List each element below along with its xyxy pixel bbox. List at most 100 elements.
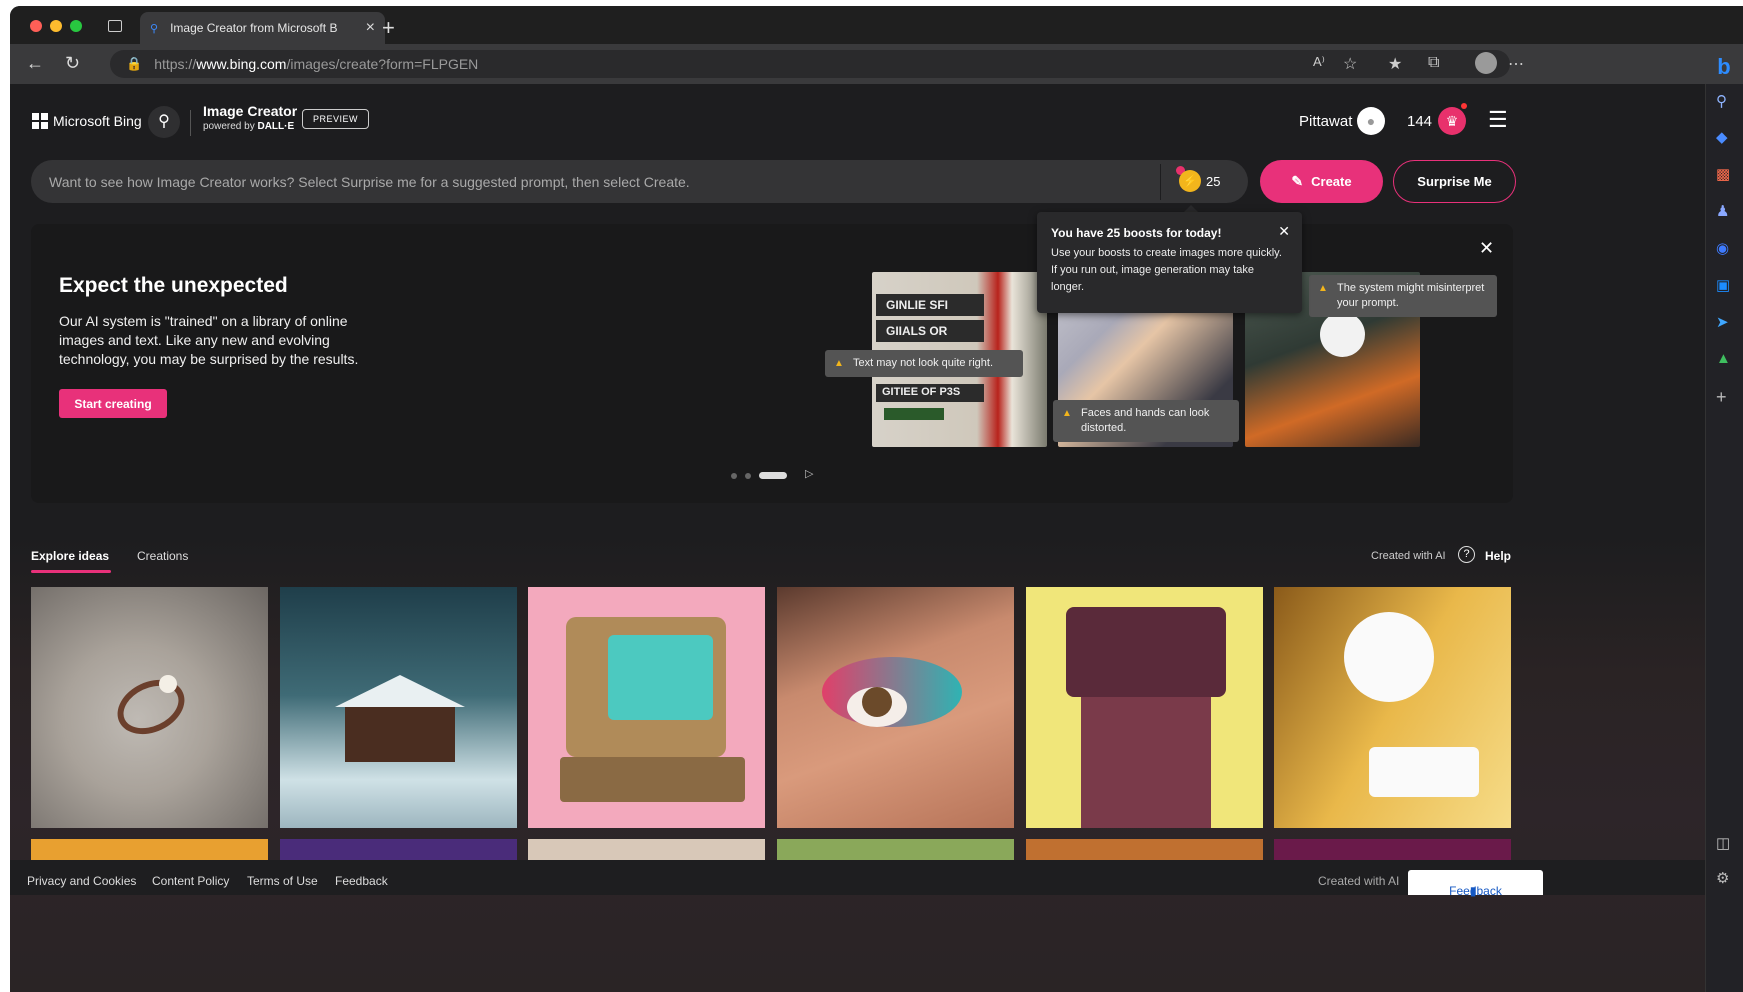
help-icon[interactable]: ? bbox=[1458, 546, 1475, 563]
url-field[interactable]: 🔒 https://www.bing.com/images/create?for… bbox=[110, 50, 1510, 78]
carousel-dot-1[interactable] bbox=[731, 473, 737, 479]
tools-icon[interactable]: ▩ bbox=[1716, 165, 1730, 183]
send-icon[interactable]: ➤ bbox=[1716, 313, 1729, 331]
powered-by: powered by DALL·E bbox=[203, 121, 294, 132]
warning-prompt-label: ▲ The system might misinterpret your prom… bbox=[1309, 275, 1497, 317]
meter-display bbox=[884, 408, 944, 420]
privacy-link[interactable]: Privacy and Cookies bbox=[27, 874, 136, 888]
search-icon[interactable]: ⚲ bbox=[148, 106, 180, 138]
warning-text-label: ▲ Text may not look quite right. bbox=[825, 350, 1023, 377]
content-policy-link[interactable]: Content Policy bbox=[152, 874, 229, 888]
start-creating-button[interactable]: Start creating bbox=[59, 389, 167, 418]
boost-lightning-icon[interactable]: ⚡ bbox=[1179, 170, 1201, 192]
panda-head bbox=[1320, 312, 1365, 357]
warning-faces-label: ▲ Faces and hands can look distorted. bbox=[1053, 400, 1239, 442]
microsoft-bing-logo[interactable]: Microsoft Bing bbox=[32, 113, 142, 129]
microsoft-logo-icon bbox=[32, 113, 48, 129]
preview-badge: PREVIEW bbox=[302, 109, 370, 129]
minimize-window-button[interactable] bbox=[50, 20, 62, 32]
close-window-button[interactable] bbox=[30, 20, 42, 32]
help-link[interactable]: Help bbox=[1485, 549, 1511, 563]
add-favorite-icon[interactable]: ☆ bbox=[1343, 54, 1357, 74]
address-bar: ← ↻ 🔒 https://www.bing.com/images/create… bbox=[10, 44, 1743, 84]
refresh-icon[interactable]: ↻ bbox=[65, 53, 80, 74]
add-sidebar-icon[interactable]: + bbox=[1716, 387, 1727, 408]
sign-line-2: GIIALS OR bbox=[876, 320, 984, 342]
warning-text: Text may not look quite right. bbox=[853, 357, 994, 369]
cabin-shape bbox=[345, 702, 455, 762]
surprise-me-button[interactable]: Surprise Me bbox=[1393, 160, 1516, 203]
warning-prompt: The system might misinterpret your promp… bbox=[1337, 282, 1485, 309]
hamburger-menu-icon[interactable]: ☰ bbox=[1488, 107, 1508, 133]
powered-by-engine: DALL·E bbox=[257, 121, 295, 132]
idea-card-cabin[interactable] bbox=[280, 587, 517, 828]
computer-screen bbox=[608, 635, 713, 720]
tab-explore-ideas[interactable]: Explore ideas bbox=[31, 549, 109, 563]
carousel-dot-2[interactable] bbox=[745, 473, 751, 479]
maximize-window-button[interactable] bbox=[70, 20, 82, 32]
boost-count: 25 bbox=[1206, 174, 1221, 189]
robot-head bbox=[1066, 607, 1226, 697]
username[interactable]: Pittawat bbox=[1299, 113, 1352, 130]
brand-name: Microsoft Bing bbox=[53, 113, 142, 129]
tooltip-title: You have 25 boosts for today! bbox=[1051, 226, 1222, 240]
rewards-points[interactable]: 144 bbox=[1407, 113, 1432, 130]
more-icon[interactable]: ⋯ bbox=[1508, 54, 1524, 74]
page-content: Microsoft Bing ⚲ Image Creator powered b… bbox=[10, 84, 1705, 992]
tab-creations[interactable]: Creations bbox=[137, 549, 188, 563]
prompt-divider bbox=[1160, 164, 1161, 200]
tree-icon[interactable]: ▲ bbox=[1716, 350, 1731, 367]
product-title: Image Creator bbox=[203, 103, 298, 119]
edge-sidebar: ⚲ ◆ ▩ ♟ ◉ ▣ ➤ ▲ + ◫ ⚙ bbox=[1705, 84, 1743, 992]
browser-tab[interactable]: ⚲ Image Creator from Microsoft B × bbox=[140, 12, 385, 44]
read-aloud-icon[interactable]: A⁾ bbox=[1313, 54, 1325, 70]
search-icon[interactable]: ⚲ bbox=[1716, 92, 1727, 110]
tab-actions-icon[interactable] bbox=[108, 20, 122, 32]
warning-icon: ▲ bbox=[1318, 283, 1328, 294]
profile-icon[interactable] bbox=[1475, 52, 1497, 74]
bing-copilot-icon[interactable]: b bbox=[1705, 50, 1743, 84]
close-tab-icon[interactable]: × bbox=[366, 19, 375, 37]
terms-link[interactable]: Terms of Use bbox=[247, 874, 318, 888]
panda-face bbox=[1344, 612, 1434, 702]
feedback-button[interactable]: ▮ Feedback bbox=[1408, 870, 1543, 898]
footer-created-with-ai: Created with AI bbox=[1318, 874, 1400, 888]
collections-icon[interactable]: ⧉ bbox=[1428, 54, 1439, 72]
idea-card-retro-computer[interactable] bbox=[528, 587, 765, 828]
create-button[interactable]: ✎ Create bbox=[1260, 160, 1383, 203]
carousel-dot-active[interactable] bbox=[759, 472, 787, 479]
warning-icon: ▲ bbox=[834, 358, 844, 369]
idea-card-panda-chef[interactable] bbox=[1274, 587, 1511, 828]
games-icon[interactable]: ♟ bbox=[1716, 202, 1729, 220]
pearl-shape bbox=[159, 675, 177, 693]
ring-shape bbox=[108, 669, 194, 745]
back-icon[interactable]: ← bbox=[26, 53, 44, 74]
shopping-tag-icon[interactable]: ◆ bbox=[1716, 128, 1728, 146]
create-icon: ✎ bbox=[1291, 173, 1304, 189]
sign-line-3: GITIEE OF P3S bbox=[876, 384, 984, 402]
idea-card-ring[interactable] bbox=[31, 587, 268, 828]
close-tooltip-icon[interactable]: ✕ bbox=[1278, 223, 1290, 240]
tooltip-body: Use your boosts to create images more qu… bbox=[1051, 247, 1282, 293]
idea-card-eye-makeup[interactable] bbox=[777, 587, 1014, 828]
prompt-input[interactable]: Want to see how Image Creator works? Sel… bbox=[31, 160, 1248, 203]
user-avatar-icon[interactable]: ● bbox=[1357, 107, 1385, 135]
robot-body bbox=[1081, 697, 1211, 828]
rewards-trophy-icon[interactable]: ♛ bbox=[1438, 107, 1466, 135]
close-banner-icon[interactable]: ✕ bbox=[1479, 238, 1494, 259]
search-favicon-icon: ⚲ bbox=[150, 22, 159, 35]
feedback-link[interactable]: Feedback bbox=[335, 874, 388, 888]
outlook-icon[interactable]: ▣ bbox=[1716, 276, 1730, 294]
sidebar-layout-icon[interactable]: ◫ bbox=[1716, 834, 1730, 852]
copilot-icon[interactable]: ◉ bbox=[1716, 239, 1729, 257]
new-tab-button[interactable]: + bbox=[382, 15, 395, 41]
url-domain: www.bing.com bbox=[196, 56, 287, 72]
carousel-play-icon[interactable]: ▷ bbox=[805, 467, 813, 480]
page-footer: Privacy and Cookies Content Policy Terms… bbox=[10, 860, 1705, 898]
created-with-ai-label: Created with AI bbox=[1371, 550, 1446, 562]
settings-gear-icon[interactable]: ⚙ bbox=[1716, 869, 1729, 887]
idea-card-robot[interactable] bbox=[1026, 587, 1263, 828]
favorites-icon[interactable]: ★ bbox=[1388, 54, 1402, 74]
browser-window: ⚲ Image Creator from Microsoft B × + ← ↻… bbox=[10, 6, 1743, 992]
create-label: Create bbox=[1311, 174, 1352, 189]
